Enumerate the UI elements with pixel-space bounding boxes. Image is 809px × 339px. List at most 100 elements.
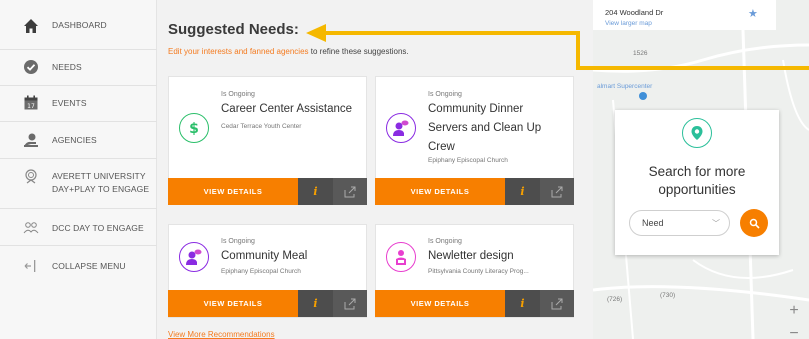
- select-value: Need: [642, 218, 664, 228]
- person-chat-icon: [179, 242, 209, 272]
- info-button[interactable]: i: [298, 178, 333, 205]
- zoom-out-button[interactable]: −: [784, 324, 804, 339]
- card-actions: VIEW DETAILS i: [375, 178, 574, 205]
- type-select[interactable]: Need ﹀: [629, 210, 730, 236]
- edit-interests-link[interactable]: Edit your interests and fanned agencies: [168, 47, 309, 56]
- view-details-button[interactable]: VIEW DETAILS: [375, 290, 505, 317]
- share-button[interactable]: [540, 178, 574, 205]
- subtitle: Edit your interests and fanned agencies …: [168, 47, 409, 56]
- info-button[interactable]: i: [298, 290, 333, 317]
- view-more-recommendations-link[interactable]: View More Recommendations: [168, 330, 275, 339]
- card-actions: VIEW DETAILS i: [168, 178, 367, 205]
- map-place-label: almart Supercenter: [597, 83, 653, 90]
- person-chat-icon: [386, 113, 416, 143]
- sidebar-item-label: DASHBOARD: [52, 20, 107, 30]
- info-icon: i: [520, 297, 525, 310]
- sidebar-item-label: EVENTS: [52, 98, 87, 108]
- sidebar-item-needs[interactable]: NEEDS: [0, 50, 157, 86]
- info-button[interactable]: i: [505, 178, 540, 205]
- need-card[interactable]: Is Ongoing Newletter design Pittsylvania…: [375, 224, 574, 318]
- sidebar-item-dashboard[interactable]: DASHBOARD: [0, 0, 157, 50]
- share-icon: [551, 298, 563, 309]
- page-title: Suggested Needs:: [168, 21, 299, 38]
- share-button[interactable]: [333, 290, 367, 317]
- info-icon: i: [313, 297, 318, 310]
- agency-icon: [22, 131, 40, 149]
- map-address: 204 Woodland Dr: [605, 8, 664, 17]
- card-org: Pittsylvania County Literacy Prog...: [428, 268, 529, 275]
- collapse-icon: [22, 257, 40, 275]
- chevron-down-icon: ﹀: [712, 219, 720, 228]
- sidebar: DASHBOARD NEEDS 17 EVENTS AGENCIES AVERE…: [0, 0, 157, 339]
- info-button[interactable]: i: [505, 290, 540, 317]
- info-icon: i: [313, 185, 318, 198]
- card-actions: VIEW DETAILS i: [168, 290, 367, 317]
- card-title[interactable]: Community Meal: [221, 247, 361, 266]
- sidebar-item-averett-university[interactable]: AVERETT UNIVERSITY DAY+PLAY TO ENGAGE: [0, 159, 157, 209]
- svg-text:$: $: [189, 121, 199, 136]
- map-road-label: (726): [607, 296, 623, 303]
- map-info-box: 204 Woodland Dr View larger map ★: [593, 0, 776, 30]
- sidebar-item-label: AGENCIES: [52, 135, 97, 145]
- dollar-icon: $: [179, 113, 209, 143]
- view-larger-map-link[interactable]: View larger map: [605, 20, 652, 27]
- map-road-label: (730): [660, 292, 676, 299]
- card-org: Epiphany Episcopal Church: [221, 268, 301, 275]
- need-card[interactable]: Is Ongoing Community Dinner Servers and …: [375, 76, 574, 205]
- map[interactable]: 204 Woodland Dr View larger map ★ almart…: [593, 0, 809, 339]
- search-icon: [749, 218, 760, 229]
- badge-icon: [22, 168, 40, 186]
- view-details-button[interactable]: VIEW DETAILS: [168, 290, 298, 317]
- search-button[interactable]: [740, 209, 768, 237]
- card-org: Cedar Terrace Youth Center: [221, 123, 302, 130]
- title-line: Community Dinner: [428, 103, 524, 115]
- search-title-line: opportunities: [658, 182, 736, 197]
- sidebar-item-label: AVERETT UNIVERSITY DAY+PLAY TO ENGAGE: [52, 170, 149, 196]
- sidebar-item-label: NEEDS: [52, 62, 82, 72]
- card-org: Epiphany Episcopal Church: [428, 157, 508, 164]
- sidebar-item-agencies[interactable]: AGENCIES: [0, 122, 157, 159]
- card-status: Is Ongoing: [221, 91, 255, 98]
- card-title[interactable]: Community Dinner Servers and Clean Up Cr…: [428, 100, 568, 157]
- need-card[interactable]: Is Ongoing Community Meal Epiphany Episc…: [168, 224, 367, 318]
- zoom-in-button[interactable]: +: [784, 301, 804, 321]
- sidebar-item-label: DCC DAY TO ENGAGE: [52, 223, 144, 233]
- label-line-1: AVERETT UNIVERSITY: [52, 171, 146, 181]
- need-card[interactable]: $ Is Ongoing Career Center Assistance Ce…: [168, 76, 367, 205]
- sidebar-item-dcc-day-to-engage[interactable]: DCC DAY TO ENGAGE: [0, 209, 157, 246]
- share-button[interactable]: [333, 178, 367, 205]
- share-button[interactable]: [540, 290, 574, 317]
- main-content: Suggested Needs: Edit your interests and…: [157, 0, 593, 339]
- subtitle-text: to refine these suggestions.: [308, 47, 409, 56]
- card-status: Is Ongoing: [221, 238, 255, 245]
- view-details-button[interactable]: VIEW DETAILS: [168, 178, 298, 205]
- info-icon: i: [520, 185, 525, 198]
- card-status: Is Ongoing: [428, 91, 462, 98]
- card-title[interactable]: Newletter design: [428, 247, 568, 266]
- sidebar-item-label: COLLAPSE MENU: [52, 261, 126, 271]
- search-opportunities-card: Search for more opportunities Need ﹀: [615, 110, 779, 255]
- person-book-icon: [386, 242, 416, 272]
- title-line: Servers and Clean Up: [428, 122, 542, 134]
- group-icon: [22, 219, 40, 237]
- share-icon: [551, 186, 563, 197]
- home-icon: [22, 17, 40, 35]
- search-title-line: Search for more: [648, 164, 746, 179]
- sidebar-item-events[interactable]: 17 EVENTS: [0, 86, 157, 122]
- card-actions: VIEW DETAILS i: [375, 290, 574, 317]
- view-details-button[interactable]: VIEW DETAILS: [375, 178, 505, 205]
- check-circle-icon: [22, 58, 40, 76]
- search-title: Search for more opportunities: [615, 163, 779, 199]
- card-status: Is Ongoing: [428, 238, 462, 245]
- label-line-2: DAY+PLAY TO ENGAGE: [52, 184, 150, 194]
- location-pin-icon: [682, 118, 712, 148]
- svg-text:17: 17: [27, 103, 35, 110]
- title-line: Crew: [428, 141, 455, 153]
- card-title[interactable]: Career Center Assistance: [221, 100, 361, 119]
- sidebar-item-collapse-menu[interactable]: COLLAPSE MENU: [0, 246, 157, 286]
- star-icon[interactable]: ★: [748, 7, 758, 20]
- share-icon: [344, 186, 356, 197]
- map-road-label: 1526: [633, 50, 648, 57]
- calendar-icon: 17: [22, 94, 40, 112]
- share-icon: [344, 298, 356, 309]
